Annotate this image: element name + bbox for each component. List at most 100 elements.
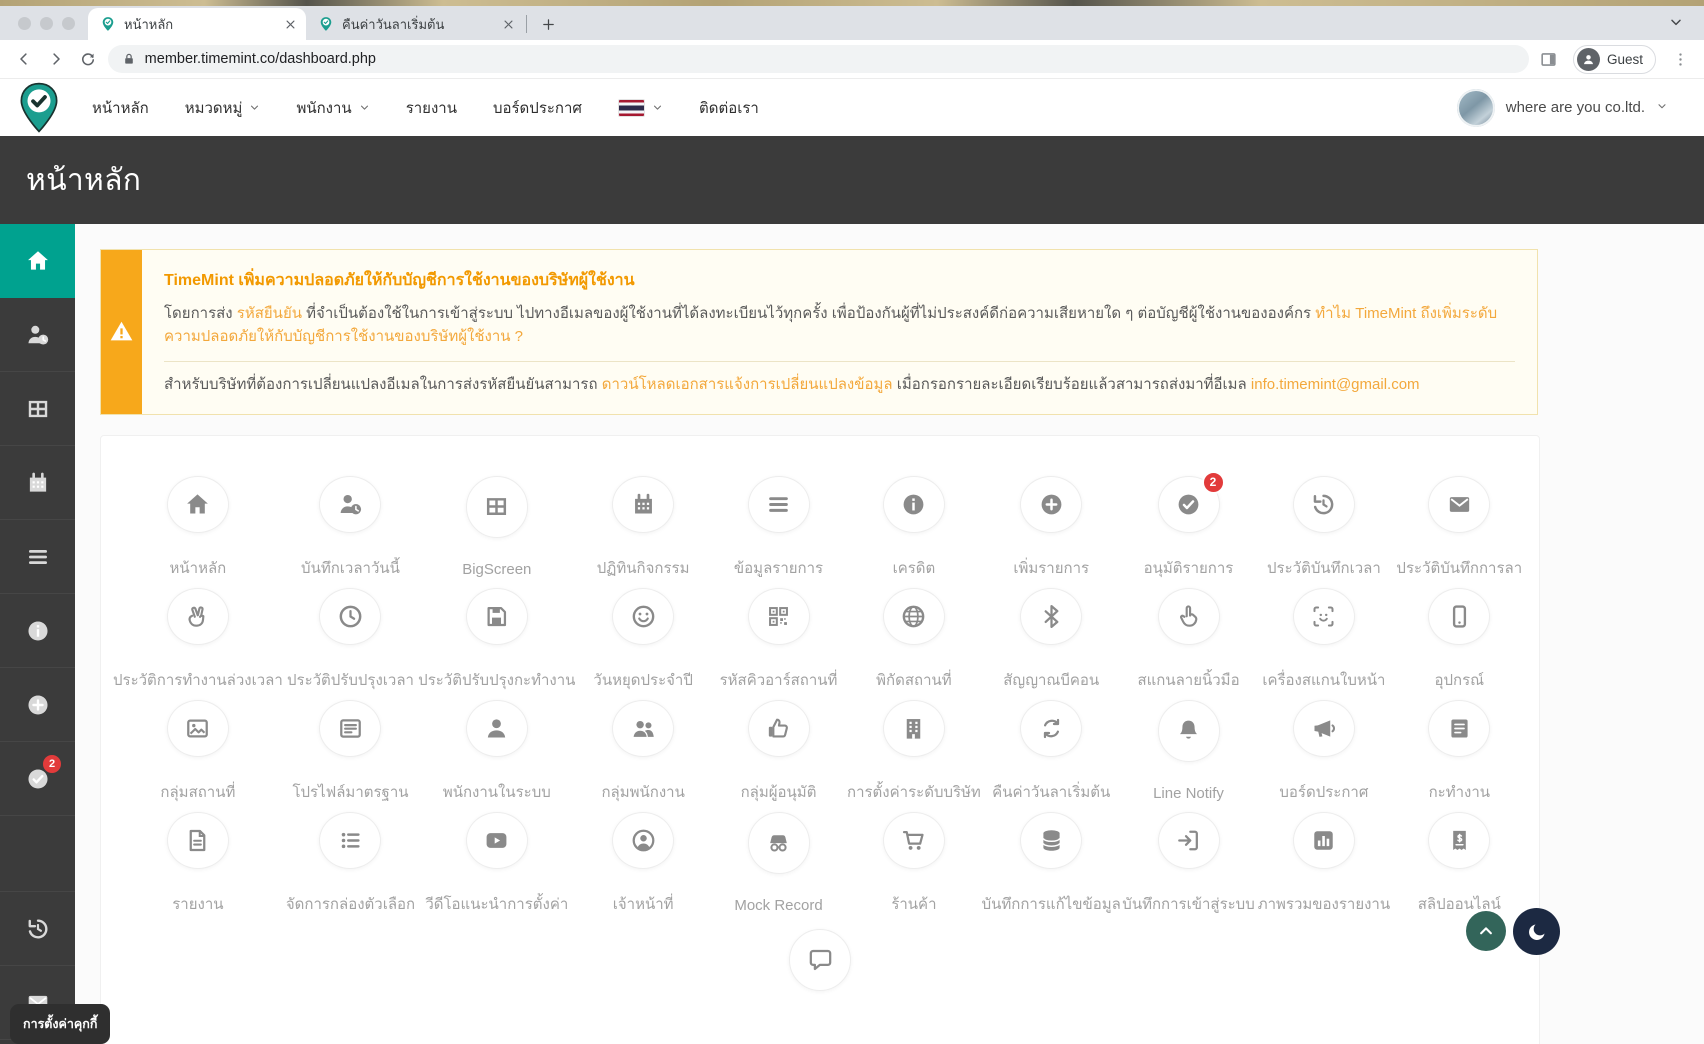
grid-item[interactable]: ประวัติปรับปรุงเวลา [283,587,418,692]
nav-item-หมวดหมู่[interactable]: หมวดหมู่ [185,96,261,120]
grid-item[interactable]: ประวัติการทำงานล่วงเวลา [113,587,283,692]
grid-item-circle[interactable] [882,699,945,757]
side-panel-icon[interactable] [1537,47,1561,71]
grid-item-circle[interactable] [747,475,810,533]
grid-item[interactable]: คืนค่าวันลาเริ่มต้น [982,699,1121,804]
window-zoom-icon[interactable] [62,17,75,30]
grid-item-circle[interactable] [1292,811,1355,869]
browser-tab[interactable]: หน้าหลัก [88,8,306,40]
grid-item[interactable]: วันหยุดประจำปี [575,587,710,692]
grid-item[interactable]: ร้านค้า [846,811,981,916]
grid-item-circle[interactable] [1292,699,1355,757]
banner-link[interactable]: info.timemint@gmail.com [1251,376,1420,393]
grid-item-circle[interactable] [1428,699,1491,757]
grid-item[interactable]: ภาพรวมของรายงาน [1256,811,1391,916]
sidebar-item-add-item[interactable] [0,668,75,742]
grid-item-circle[interactable] [882,811,945,869]
grid-item[interactable]: Line Notify [1121,699,1256,804]
grid-item[interactable]: เครื่องสแกนใบหน้า [1256,587,1391,692]
sidebar-item-items[interactable] [0,520,75,594]
grid-item[interactable]: เพิ่มรายการ [982,475,1121,580]
window-controls[interactable] [18,17,75,30]
grid-item-circle[interactable] [1157,811,1220,869]
grid-item-circle[interactable] [612,699,675,757]
grid-item[interactable]: อุปกรณ์ [1392,587,1527,692]
sidebar-item-approve[interactable]: 2 [0,742,75,816]
grid-item[interactable]: รายงาน [113,811,283,916]
grid-item-circle[interactable] [789,928,851,991]
grid-item-circle[interactable] [319,699,382,757]
grid-item[interactable]: พิกัดสถานที่ [846,587,981,692]
grid-item-circle[interactable] [882,475,945,533]
grid-item[interactable]: เจ้าหน้าที่ [575,811,710,916]
grid-item[interactable]: บันทึกการเข้าสู่ระบบ [1121,811,1256,916]
sidebar-item-history[interactable] [0,892,75,966]
sidebar-item-home[interactable] [0,224,75,298]
grid-item[interactable]: รหัสคิวอาร์สถานที่ [711,587,846,692]
grid-item-circle[interactable] [1020,475,1083,533]
grid-item[interactable]: ประวัติบันทึกการลา [1392,475,1527,580]
browser-tab[interactable]: คืนค่าวันลาเริ่มต้น [306,8,524,40]
cookie-settings-tooltip[interactable]: การตั้งค่าคุกกี้ [10,1004,111,1044]
grid-item[interactable]: กลุ่มผู้อนุมัติ [711,699,846,804]
grid-item-circle[interactable] [1020,699,1083,757]
grid-item-circle[interactable] [612,811,675,869]
grid-item[interactable]: เครดิต [846,475,981,580]
grid-item[interactable]: 2 อนุมัติรายการ [1121,470,1256,580]
browser-profile-button[interactable]: Guest [1572,44,1657,74]
forward-button[interactable] [44,47,68,71]
grid-item[interactable]: ประวัติปรับปรุงกะทำงาน [418,587,575,692]
grid-item-circle[interactable] [1157,587,1220,645]
grid-item-circle[interactable] [747,811,810,874]
grid-item-circle[interactable] [747,699,810,757]
grid-item-circle[interactable] [747,587,810,645]
browser-menu-icon[interactable] [1668,47,1692,71]
grid-item-circle[interactable] [882,587,945,645]
nav-item-พนักงาน[interactable]: พนักงาน [296,96,369,120]
scroll-to-top-button[interactable] [1466,911,1506,951]
grid-item[interactable]: กะทำงาน [1392,699,1527,804]
reload-button[interactable] [76,47,100,71]
grid-item-circle[interactable] [1428,811,1491,869]
grid-item[interactable]: ประวัติบันทึกเวลา [1256,475,1391,580]
grid-item[interactable]: พนักงานในระบบ [418,699,575,804]
grid-item-circle[interactable] [319,475,382,533]
grid-item[interactable]: กลุ่มสถานที่ [113,699,283,804]
window-close-icon[interactable] [18,17,31,30]
grid-item[interactable]: Mock Record [711,811,846,916]
grid-item-circle[interactable] [465,587,528,645]
grid-item-circle[interactable] [166,587,229,645]
grid-item[interactable]: บันทึกการแก้ไขข้อมูล [982,811,1121,916]
grid-item-circle[interactable]: 2 [1157,470,1225,533]
url-field[interactable]: member.timemint.co/dashboard.php [107,45,1529,73]
grid-item[interactable]: สลิปออนไลน์ [1392,811,1527,916]
grid-item-circle[interactable] [1428,587,1491,645]
company-menu[interactable]: where are you co.ltd. [1456,88,1668,127]
grid-item[interactable]: วีดีโอแนะนำการตั้งค่า [418,811,575,916]
grid-item-circle[interactable] [612,475,675,533]
grid-item-circle[interactable] [612,587,675,645]
tab-close-icon[interactable] [283,17,298,32]
grid-item[interactable]: สแกนลายนิ้วมือ [1121,587,1256,692]
grid-item[interactable]: จัดการกล่องตัวเลือก [283,811,418,916]
grid-item-circle[interactable] [465,699,528,757]
grid-item-circle[interactable] [1292,475,1355,533]
banner-link[interactable]: ดาวน์โหลดเอกสารแจ้งการเปลี่ยนแปลงข้อมูล [602,376,893,393]
nav-item-รายงาน[interactable]: รายงาน [406,96,457,120]
grid-item-circle[interactable] [465,475,528,538]
grid-item-circle[interactable] [166,811,229,869]
nav-item-บอร์ดประกาศ[interactable]: บอร์ดประกาศ [493,96,582,120]
grid-item-circle[interactable] [166,475,229,533]
grid-item[interactable]: ปฏิทินกิจกรรม [575,475,710,580]
grid-item[interactable]: บอร์ดประกาศ [1256,699,1391,804]
grid-item-circle[interactable] [319,811,382,869]
grid-item[interactable]: กลุ่มพนักงาน [575,699,710,804]
grid-item[interactable]: BigScreen [418,475,575,580]
sidebar-item-time-record[interactable] [0,298,75,372]
sidebar-item-bigscreen[interactable] [0,372,75,446]
tab-close-icon[interactable] [501,17,516,32]
sidebar-item-calendar[interactable] [0,446,75,520]
tab-overflow-chevron-icon[interactable] [1668,14,1684,35]
banner-link[interactable]: รหัสยืนยัน [237,305,302,322]
grid-item-circle[interactable] [465,811,528,869]
